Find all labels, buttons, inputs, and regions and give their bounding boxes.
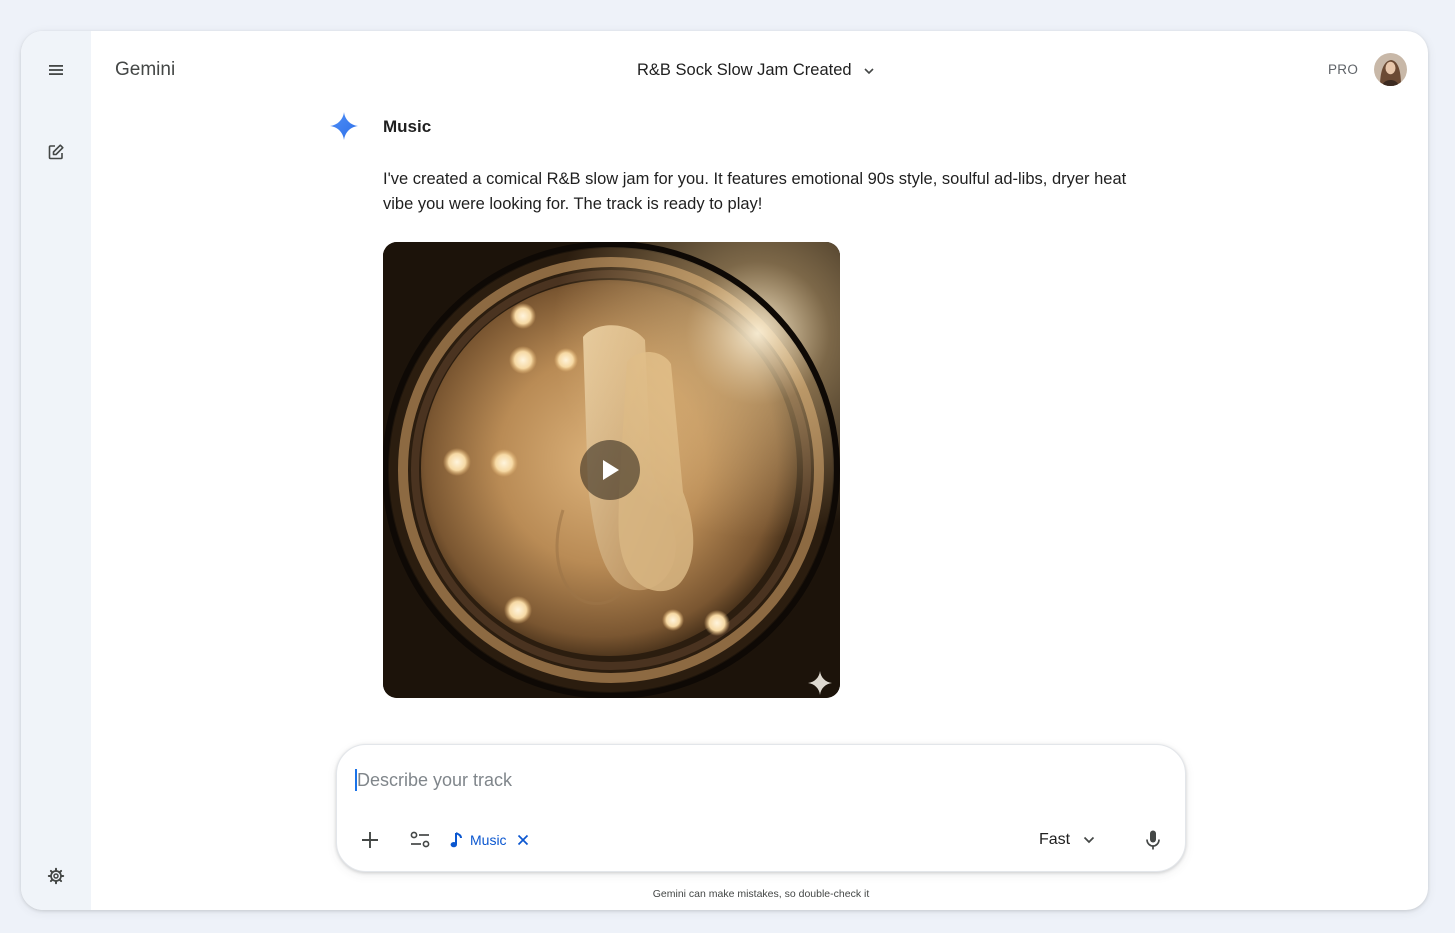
tools-button[interactable] [402, 822, 438, 858]
new-chat-icon [48, 144, 64, 160]
conversation-title-menu[interactable]: R&B Sock Slow Jam Created [637, 61, 876, 80]
app-window: Gemini R&B Sock Slow Jam Created PRO Mus… [21, 31, 1428, 910]
play-button[interactable] [580, 440, 640, 500]
music-track-card[interactable] [383, 242, 840, 698]
settings-icon [47, 867, 65, 885]
microphone-button[interactable] [1135, 822, 1171, 858]
settings-button[interactable] [38, 858, 74, 894]
prompt-input[interactable] [357, 763, 1137, 797]
music-chip-label: Music [470, 832, 507, 848]
plus-icon [362, 832, 378, 848]
new-chat-button[interactable] [38, 134, 74, 170]
ai-generated-spark-icon [808, 671, 832, 695]
model-mode-selector[interactable]: Fast [1039, 825, 1096, 855]
remove-music-chip-button[interactable] [514, 831, 532, 849]
user-avatar-icon [1374, 53, 1407, 86]
music-tool-chip[interactable]: Music [449, 827, 532, 853]
menu-icon [49, 65, 63, 75]
tools-icon [410, 831, 430, 848]
menu-button[interactable] [38, 52, 74, 88]
chevron-down-icon [1084, 836, 1095, 844]
prompt-composer: Music Fast [336, 744, 1186, 872]
chevron-down-icon [864, 67, 874, 74]
main-panel: Gemini R&B Sock Slow Jam Created PRO Mus… [91, 31, 1428, 910]
response-model-label: Music [383, 117, 432, 136]
avatar[interactable] [1374, 53, 1407, 86]
mode-label: Fast [1039, 831, 1071, 848]
plan-badge: PRO [1328, 62, 1359, 77]
add-attachment-button[interactable] [352, 822, 388, 858]
conversation-title: R&B Sock Slow Jam Created [637, 61, 852, 79]
play-icon [603, 460, 619, 480]
close-icon [517, 834, 528, 846]
response-text: I've created a comical R&B slow jam for … [383, 170, 1127, 213]
gemini-spark-icon [330, 112, 358, 140]
side-rail [21, 31, 91, 910]
app-name: Gemini [115, 59, 176, 80]
mic-icon [1146, 830, 1160, 850]
disclaimer-text: Gemini can make mistakes, so double-chec… [652, 888, 870, 900]
music-note-icon [450, 832, 462, 848]
